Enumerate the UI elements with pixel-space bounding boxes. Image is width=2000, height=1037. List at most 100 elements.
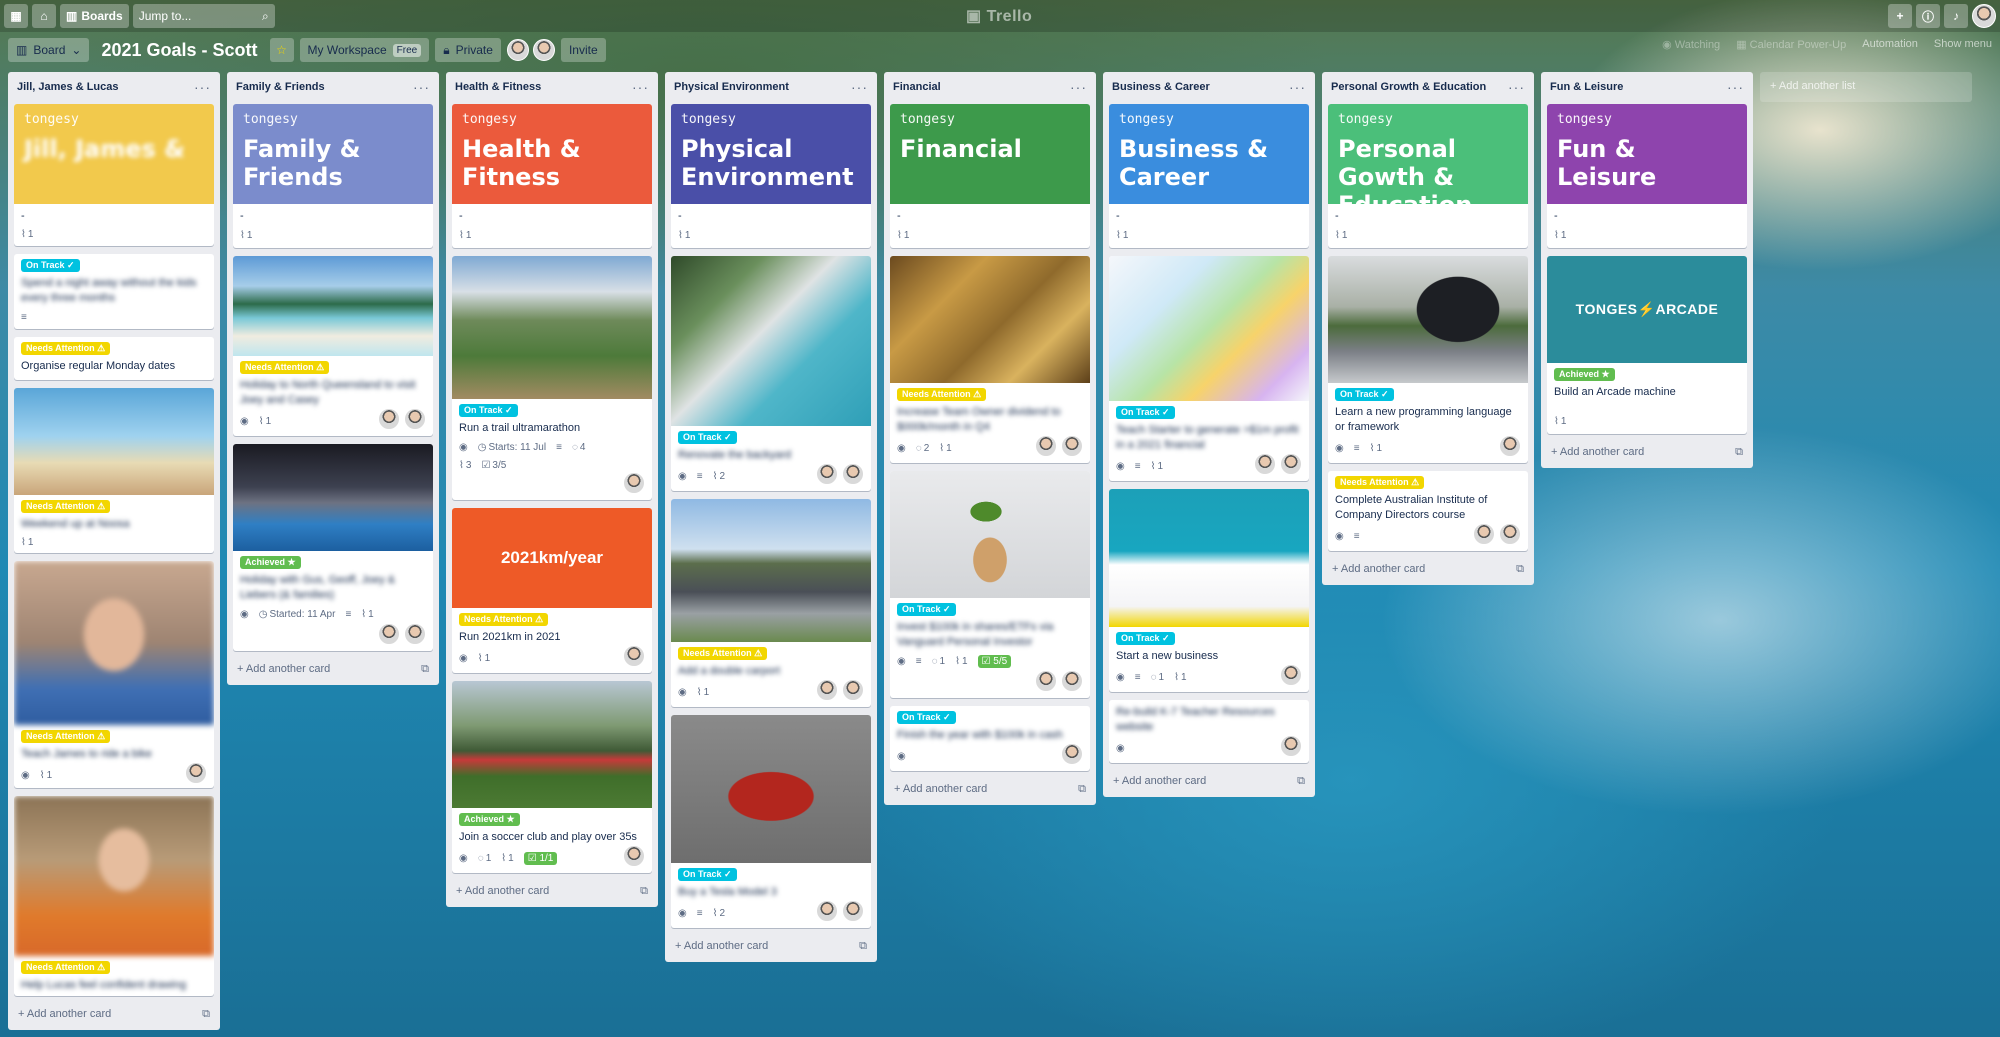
list-card[interactable]: tongesy Financial - ⌇ 1 — [890, 104, 1090, 248]
list-card[interactable]: On Track ✓ Renovate the backyard ◉ ≡ ⌇ 2 — [671, 256, 871, 491]
member-avatar[interactable] — [378, 623, 400, 645]
list-menu-icon[interactable]: ··· — [1070, 79, 1087, 95]
list-card[interactable]: Re-build K-7 Teacher Resources website ◉ — [1109, 700, 1309, 763]
add-list-button[interactable]: + Add another list — [1760, 72, 1972, 102]
template-icon[interactable]: ⧉ — [202, 1008, 210, 1021]
list-card[interactable]: tongesy Health & Fitness - ⌇ 1 — [452, 104, 652, 248]
list-card[interactable]: Needs Attention ⚠ Increase Team Owner di… — [890, 256, 1090, 463]
list-card[interactable]: tongesy Business & Career - ⌇ 1 — [1109, 104, 1309, 248]
list-card[interactable]: TONGES⚡ARCADE Achieved ★ Build an Arcade… — [1547, 256, 1747, 434]
list-menu-icon[interactable]: ··· — [632, 79, 649, 95]
list-card[interactable]: On Track ✓ Finish the year with $100k in… — [890, 706, 1090, 771]
watching-button[interactable]: ◉ Watching — [1662, 38, 1720, 51]
workspace-button[interactable]: My Workspace Free — [299, 38, 430, 62]
board-view-switcher[interactable]: ▥ Board ⌄ — [8, 38, 90, 62]
list-title[interactable]: Family & Friends — [236, 81, 325, 93]
member-avatar[interactable] — [404, 408, 426, 430]
member-avatar[interactable] — [506, 39, 529, 61]
list-card[interactable]: Needs Attention ⚠ Organise regular Monda… — [14, 337, 214, 380]
home-button[interactable]: ⌂ — [32, 4, 56, 28]
add-card-button[interactable]: + Add another card ⧉ — [890, 779, 1090, 799]
member-avatar[interactable] — [1035, 435, 1057, 457]
template-icon[interactable]: ⧉ — [859, 940, 867, 953]
list-card[interactable]: 2021km/year Needs Attention ⚠ Run 2021km… — [452, 508, 652, 673]
list-card[interactable]: Needs Attention ⚠ Help Lucas feel confid… — [14, 795, 214, 997]
visibility-button[interactable]: 🔒︎ Private — [435, 38, 501, 62]
list-card[interactable]: tongesy Physical Environment - ⌇ 1 — [671, 104, 871, 248]
list-card[interactable]: Needs Attention ⚠ Complete Australian In… — [1328, 471, 1528, 551]
template-icon[interactable]: ⧉ — [640, 885, 648, 898]
add-card-button[interactable]: + Add another card ⧉ — [1547, 442, 1747, 462]
member-avatar[interactable] — [185, 762, 207, 785]
member-avatar[interactable] — [1061, 435, 1083, 457]
template-icon[interactable]: ⧉ — [1735, 446, 1743, 459]
trello-logo[interactable]: ▣ Trello — [966, 6, 1032, 26]
list-card[interactable]: Needs Attention ⚠ Teach James to ride a … — [14, 561, 214, 788]
member-avatar[interactable] — [623, 472, 645, 494]
list-card[interactable]: Achieved ★ Join a soccer club and play o… — [452, 681, 652, 873]
list-menu-icon[interactable]: ··· — [413, 79, 430, 95]
automation-button[interactable]: Automation — [1862, 38, 1918, 51]
list-card[interactable]: On Track ✓ Invest $100k in shares/ETFs v… — [890, 471, 1090, 698]
member-avatar[interactable] — [1254, 453, 1276, 475]
template-icon[interactable]: ⧉ — [421, 663, 429, 676]
apps-button[interactable]: ▦ — [4, 4, 28, 28]
list-menu-icon[interactable]: ··· — [194, 79, 211, 95]
member-avatar[interactable] — [1061, 743, 1083, 765]
member-avatar[interactable] — [378, 408, 400, 430]
info-button[interactable]: ⓘ — [1915, 4, 1940, 28]
template-icon[interactable]: ⧉ — [1516, 563, 1524, 576]
add-card-button[interactable]: + Add another card ⧉ — [671, 936, 871, 956]
list-card[interactable]: Needs Attention ⚠ Holiday to North Queen… — [233, 256, 433, 436]
member-avatar[interactable] — [816, 463, 838, 485]
list-card[interactable]: On Track ✓ Buy a Tesla Model 3 ◉ ≡ ⌇ 2 — [671, 715, 871, 928]
list-title[interactable]: Jill, James & Lucas — [17, 81, 119, 93]
member-avatar[interactable] — [842, 463, 864, 485]
member-avatar[interactable] — [1035, 670, 1057, 692]
list-menu-icon[interactable]: ··· — [851, 79, 868, 95]
calendar-powerup-button[interactable]: ▦ Calendar Power-Up — [1736, 38, 1846, 51]
add-card-button[interactable]: + Add another card ⧉ — [452, 881, 652, 901]
list-card[interactable]: On Track ✓ Spend a night away without th… — [14, 254, 214, 330]
list-card[interactable]: Needs Attention ⚠ Add a double carport ◉… — [671, 499, 871, 707]
boards-button[interactable]: ▥ Boards — [60, 4, 129, 28]
member-avatar[interactable] — [532, 39, 555, 61]
add-card-button[interactable]: + Add another card ⧉ — [233, 659, 433, 679]
list-card[interactable]: On Track ✓ Learn a new programming langu… — [1328, 256, 1528, 463]
member-avatar[interactable] — [1280, 735, 1302, 757]
member-avatar[interactable] — [1499, 435, 1521, 457]
list-title[interactable]: Personal Growth & Education — [1331, 81, 1486, 93]
user-avatar[interactable] — [1972, 4, 1996, 28]
add-card-button[interactable]: + Add another card ⧉ — [14, 1004, 214, 1024]
member-avatar[interactable] — [842, 679, 864, 701]
notifications-button[interactable]: ♪ — [1944, 4, 1968, 28]
template-icon[interactable]: ⧉ — [1078, 783, 1086, 796]
list-title[interactable]: Business & Career — [1112, 81, 1210, 93]
show-menu-button[interactable]: Show menu — [1934, 38, 1992, 51]
add-card-button[interactable]: + Add another card ⧉ — [1328, 559, 1528, 579]
member-avatar[interactable] — [1280, 453, 1302, 475]
member-avatar[interactable] — [623, 845, 645, 867]
create-button[interactable]: + — [1887, 4, 1912, 28]
member-avatar[interactable] — [842, 900, 864, 922]
list-title[interactable]: Financial — [893, 81, 941, 93]
list-menu-icon[interactable]: ··· — [1289, 79, 1306, 95]
board-title[interactable]: 2021 Goals - Scott — [95, 40, 263, 61]
star-button[interactable]: ☆ — [269, 38, 294, 62]
member-avatar[interactable] — [1473, 523, 1495, 545]
list-card[interactable]: tongesy Personal Gowth & Education - ⌇ 1 — [1328, 104, 1528, 248]
member-avatar[interactable] — [623, 645, 645, 667]
list-title[interactable]: Physical Environment — [674, 81, 789, 93]
member-avatar[interactable] — [404, 623, 426, 645]
member-avatar[interactable] — [1280, 664, 1302, 686]
list-card[interactable]: tongesy Fun & Leisure - ⌇ 1 — [1547, 104, 1747, 248]
list-card[interactable]: On Track ✓ Run a trail ultramarathon ◉ ◷ S… — [452, 256, 652, 500]
list-card[interactable]: On Track ✓ Start a new business ◉ ≡ ◌ 1 ⌇ 1 — [1109, 489, 1309, 692]
invite-button[interactable]: Invite — [560, 38, 606, 62]
member-avatar[interactable] — [816, 679, 838, 701]
list-card[interactable]: tongesy Family & Friends - ⌇ 1 — [233, 104, 433, 248]
list-menu-icon[interactable]: ··· — [1508, 79, 1525, 95]
template-icon[interactable]: ⧉ — [1297, 775, 1305, 788]
member-avatar[interactable] — [816, 900, 838, 922]
list-title[interactable]: Health & Fitness — [455, 81, 541, 93]
